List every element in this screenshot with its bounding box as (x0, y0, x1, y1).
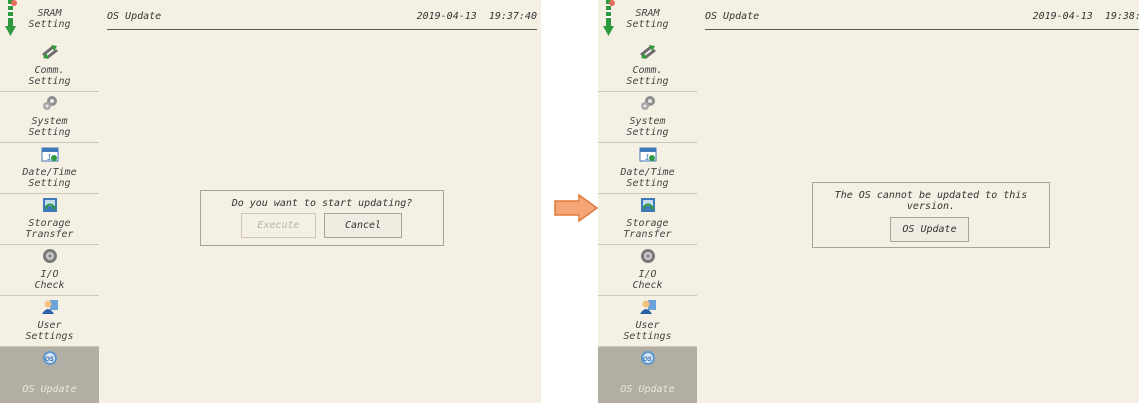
sidebar-item-label: Date/Time Setting (22, 167, 77, 189)
sidebar-item-user-settings[interactable]: User Settings (598, 296, 697, 347)
os-icon (41, 350, 59, 366)
sidebar-item-system-setting[interactable]: System Setting (0, 92, 99, 143)
execute-button[interactable]: Execute (241, 213, 316, 238)
sidebar-item-label: Storage Transfer (25, 218, 74, 240)
sidebar-item-label: SRAM Setting (28, 8, 71, 30)
os-update-error-screen: SRAM Setting Comm. Setting System Settin… (598, 0, 1139, 403)
comm-icon (639, 44, 657, 60)
os-icon (639, 350, 657, 366)
dialog-message: The OS cannot be updated to this version… (834, 190, 1028, 212)
sidebar-item-io-check[interactable]: I/O Check (598, 245, 697, 296)
sidebar: SRAM Setting Comm. Setting System Settin… (598, 0, 697, 403)
os-update-button[interactable]: OS Update (890, 217, 969, 242)
system-icon (41, 95, 59, 111)
dialog-message: Do you want to start updating? (231, 198, 413, 209)
page-title: OS Update (705, 11, 760, 22)
sidebar-item-user-settings[interactable]: User Settings (0, 296, 99, 347)
sidebar-item-storage-transfer[interactable]: Storage Transfer (598, 194, 697, 245)
confirm-dialog: Do you want to start updating? Execute C… (200, 190, 444, 246)
page-title: OS Update (107, 11, 162, 22)
sidebar-item-os-update[interactable]: OS Update (0, 347, 99, 403)
sidebar-item-label: Comm. Setting (626, 65, 669, 87)
sidebar-item-label: OS Update (22, 384, 77, 395)
error-dialog: The OS cannot be updated to this version… (812, 182, 1050, 248)
user-icon (41, 299, 59, 315)
calendar-icon (41, 146, 59, 162)
cancel-button[interactable]: Cancel (324, 213, 402, 238)
sidebar-item-label: System Setting (626, 116, 669, 138)
sidebar-item-label: I/O Check (34, 269, 65, 291)
sidebar-item-label: OS Update (620, 384, 675, 395)
storage-icon (639, 197, 657, 213)
comm-icon (41, 44, 59, 60)
header-bar: OS Update 2019-04-13 19:37:40 (107, 10, 537, 30)
io-icon (639, 248, 657, 264)
sidebar-item-date-time-setting[interactable]: Date/Time Setting (0, 143, 99, 194)
sidebar-item-label: User Settings (623, 320, 672, 342)
transition-arrow-icon (554, 193, 599, 223)
sidebar-item-label: Storage Transfer (623, 218, 672, 240)
sidebar-item-os-update[interactable]: OS Update (598, 347, 697, 403)
sidebar-item-comm-setting[interactable]: Comm. Setting (598, 41, 697, 92)
sidebar-item-label: User Settings (25, 320, 74, 342)
sidebar-item-system-setting[interactable]: System Setting (598, 92, 697, 143)
sidebar-item-label: Date/Time Setting (620, 167, 675, 189)
calendar-icon (639, 146, 657, 162)
io-icon (41, 248, 59, 264)
sidebar-item-date-time-setting[interactable]: Date/Time Setting (598, 143, 697, 194)
storage-icon (41, 197, 59, 213)
timestamp: 2019-04-13 19:38:15 (1032, 11, 1139, 22)
user-icon (639, 299, 657, 315)
timestamp: 2019-04-13 19:37:40 (416, 11, 537, 22)
sidebar-item-comm-setting[interactable]: Comm. Setting (0, 41, 99, 92)
sidebar-item-label: SRAM Setting (626, 8, 669, 30)
sidebar-item-label: Comm. Setting (28, 65, 71, 87)
sidebar-item-storage-transfer[interactable]: Storage Transfer (0, 194, 99, 245)
header-bar: OS Update 2019-04-13 19:38:15 (705, 10, 1139, 30)
sidebar: SRAM Setting Comm. Setting System Settin… (0, 0, 99, 403)
sidebar-item-io-check[interactable]: I/O Check (0, 245, 99, 296)
sidebar-item-label: System Setting (28, 116, 71, 138)
os-update-confirm-screen: SRAM Setting Comm. Setting System Settin… (0, 0, 541, 403)
sidebar-item-label: I/O Check (632, 269, 663, 291)
system-icon (639, 95, 657, 111)
